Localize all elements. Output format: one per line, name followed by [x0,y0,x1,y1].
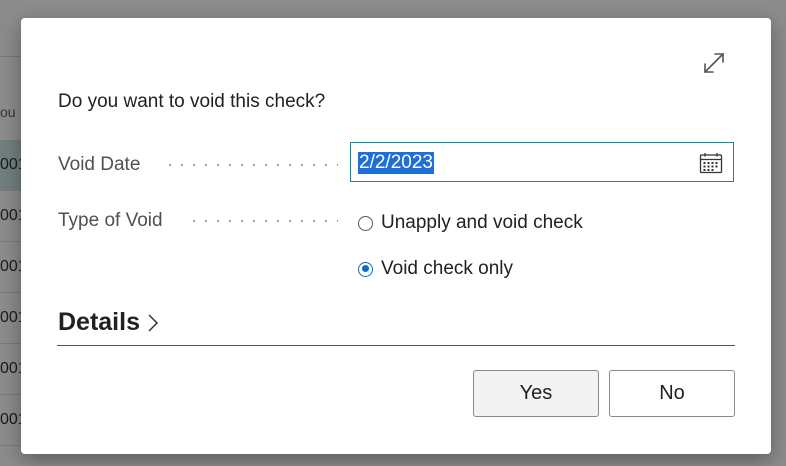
details-title: Details [58,308,140,336]
dialog-prompt: Do you want to void this check? [58,91,326,112]
radio-button-selected[interactable] [358,261,373,277]
void-date-value[interactable]: 2/2/2023 [358,152,434,174]
leader-dots [164,164,338,166]
void-date-label: Void Date [58,154,141,175]
chevron-right-icon [148,313,159,332]
details-section-toggle[interactable]: Details [58,308,160,337]
calendar-icon[interactable] [699,152,723,174]
yes-button[interactable]: Yes [473,370,599,417]
leader-dots [188,220,338,222]
void-check-dialog: Do you want to void this check? Void Dat… [21,18,771,454]
no-button[interactable]: No [609,370,735,417]
void-date-input[interactable]: 2/2/2023 [350,142,734,182]
expand-icon[interactable] [701,50,727,76]
radio-label: Void check only [381,258,514,279]
type-of-void-label: Type of Void [58,210,163,231]
radio-void-check-only[interactable]: Void check only [358,258,513,280]
radio-button[interactable] [358,215,373,231]
radio-label: Unapply and void check [381,212,583,233]
details-divider [57,345,735,346]
radio-unapply-and-void[interactable]: Unapply and void check [358,212,583,234]
